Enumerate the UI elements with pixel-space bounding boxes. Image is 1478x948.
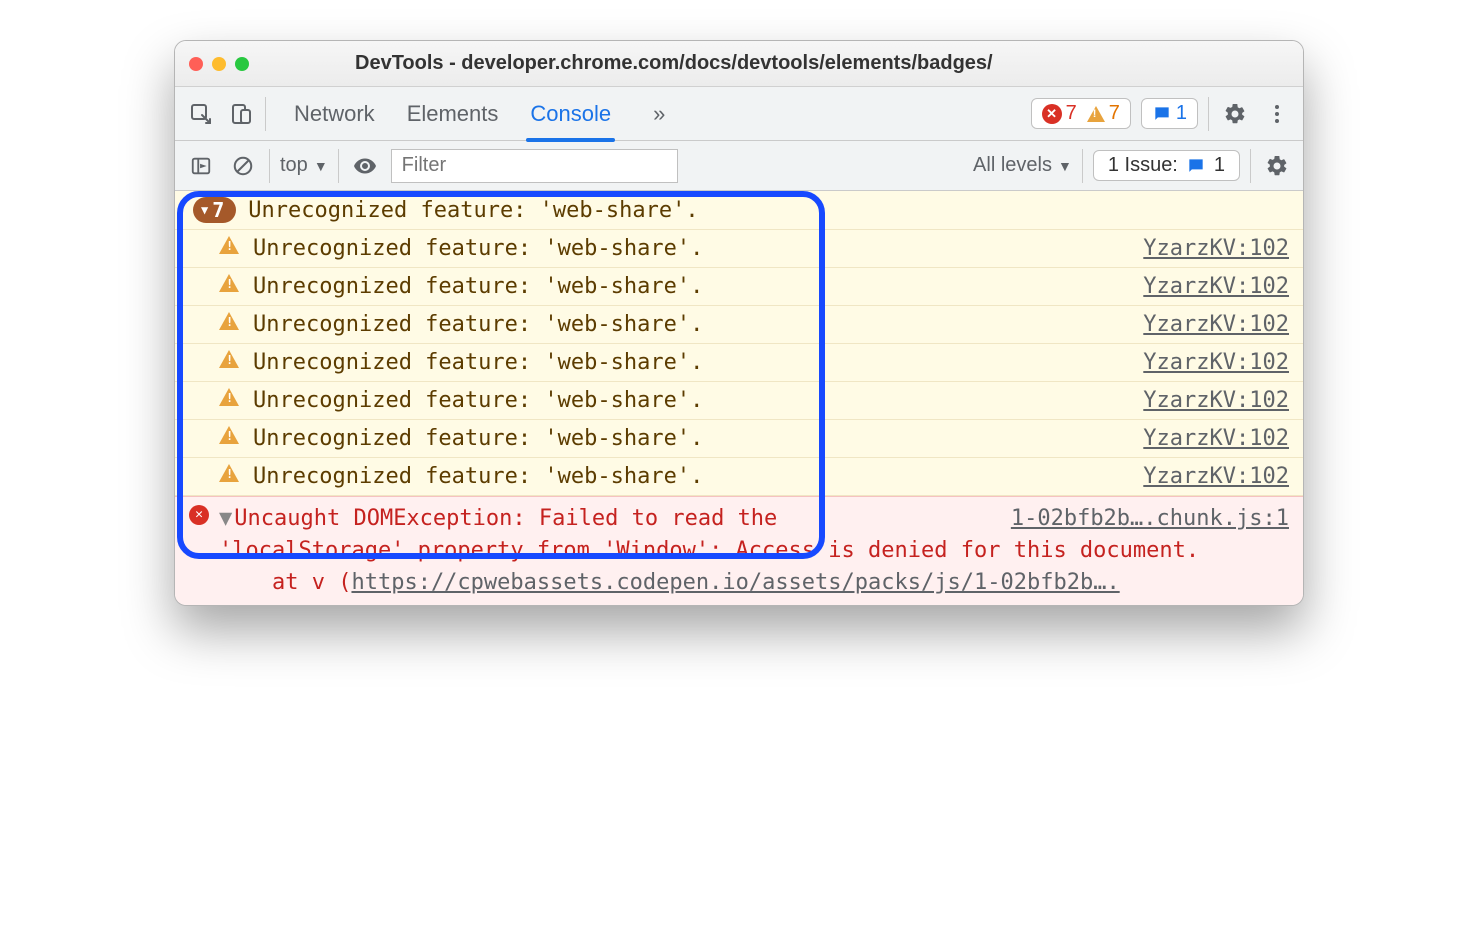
context-selector[interactable]: top ▼ bbox=[280, 154, 328, 177]
clear-console-icon[interactable] bbox=[227, 150, 259, 182]
inspect-icon[interactable] bbox=[185, 98, 217, 130]
chevron-down-icon: ▼ bbox=[314, 158, 328, 174]
warning-message: Unrecognized feature: 'web-share'. bbox=[253, 236, 703, 261]
warning-message: Unrecognized feature: 'web-share'. bbox=[253, 274, 703, 299]
console-output: ▼ 7 Unrecognized feature: 'web-share'. U… bbox=[175, 191, 1303, 605]
tab-console[interactable]: Console bbox=[528, 89, 613, 139]
divider bbox=[1208, 97, 1209, 131]
console-warning-row[interactable]: Unrecognized feature: 'web-share'. Yzarz… bbox=[175, 382, 1303, 420]
warning-message: Unrecognized feature: 'web-share'. bbox=[253, 464, 703, 489]
group-message: Unrecognized feature: 'web-share'. bbox=[248, 198, 698, 223]
window-title: DevTools - developer.chrome.com/docs/dev… bbox=[275, 52, 1289, 75]
error-text-2: 'localStorage' property from 'Window': A… bbox=[219, 538, 1199, 563]
warning-icon bbox=[219, 464, 239, 482]
source-link[interactable]: YzarzKV:102 bbox=[1143, 274, 1289, 299]
source-link[interactable]: YzarzKV:102 bbox=[1143, 350, 1289, 375]
device-toggle-icon[interactable] bbox=[225, 98, 257, 130]
tab-network[interactable]: Network bbox=[292, 89, 377, 139]
tab-elements[interactable]: Elements bbox=[405, 89, 501, 139]
chevron-down-icon: ▼ bbox=[1058, 158, 1072, 174]
console-filter-bar: top ▼ All levels ▼ 1 Issue: 1 bbox=[175, 141, 1303, 191]
error-icon: ✕ bbox=[189, 505, 209, 525]
close-icon[interactable] bbox=[189, 57, 203, 71]
divider bbox=[338, 149, 339, 183]
warning-icon bbox=[219, 312, 239, 330]
divider bbox=[265, 97, 266, 131]
settings-icon[interactable] bbox=[1219, 98, 1251, 130]
minimize-icon[interactable] bbox=[212, 57, 226, 71]
more-tabs-icon[interactable]: » bbox=[653, 101, 665, 127]
warning-count: 7 bbox=[1087, 102, 1120, 125]
warning-icon bbox=[219, 350, 239, 368]
console-warning-row[interactable]: Unrecognized feature: 'web-share'. Yzarz… bbox=[175, 230, 1303, 268]
warning-icon bbox=[219, 274, 239, 292]
error-text-1: Uncaught DOMException: Failed to read th… bbox=[234, 506, 777, 531]
console-warning-row[interactable]: Unrecognized feature: 'web-share'. Yzarz… bbox=[175, 344, 1303, 382]
warning-icon bbox=[219, 426, 239, 444]
error-icon: ✕ bbox=[1042, 104, 1062, 124]
kebab-menu-icon[interactable] bbox=[1261, 98, 1293, 130]
warning-message: Unrecognized feature: 'web-share'. bbox=[253, 388, 703, 413]
panel-tabs: Network Elements Console » bbox=[292, 89, 665, 139]
issues-button[interactable]: 1 Issue: 1 bbox=[1093, 150, 1240, 181]
source-link[interactable]: YzarzKV:102 bbox=[1143, 236, 1289, 261]
divider bbox=[1082, 149, 1083, 183]
error-count: ✕ 7 bbox=[1042, 102, 1077, 125]
console-error-row[interactable]: ✕ 1-02bfb2b….chunk.js:1 ▼Uncaught DOMExc… bbox=[175, 496, 1303, 605]
divider bbox=[269, 149, 270, 183]
chevron-down-icon: ▼ bbox=[201, 203, 208, 217]
devtools-window: DevTools - developer.chrome.com/docs/dev… bbox=[174, 40, 1304, 606]
console-warning-row[interactable]: Unrecognized feature: 'web-share'. Yzarz… bbox=[175, 306, 1303, 344]
warning-message: Unrecognized feature: 'web-share'. bbox=[253, 312, 703, 337]
source-link[interactable]: YzarzKV:102 bbox=[1143, 426, 1289, 451]
warning-icon bbox=[219, 236, 239, 254]
issues-status[interactable]: 1 bbox=[1141, 98, 1198, 129]
maximize-icon[interactable] bbox=[235, 57, 249, 71]
warning-group-header[interactable]: ▼ 7 Unrecognized feature: 'web-share'. bbox=[175, 191, 1303, 230]
warning-icon bbox=[219, 388, 239, 406]
console-warning-row[interactable]: Unrecognized feature: 'web-share'. Yzarz… bbox=[175, 268, 1303, 306]
divider bbox=[1250, 149, 1251, 183]
warning-icon bbox=[1087, 106, 1105, 122]
titlebar: DevTools - developer.chrome.com/docs/dev… bbox=[175, 41, 1303, 87]
error-warning-status[interactable]: ✕ 7 7 bbox=[1031, 98, 1131, 129]
console-warning-row[interactable]: Unrecognized feature: 'web-share'. Yzarz… bbox=[175, 458, 1303, 496]
filter-input[interactable] bbox=[391, 149, 678, 183]
chat-icon bbox=[1152, 104, 1172, 124]
source-link[interactable]: YzarzKV:102 bbox=[1143, 388, 1289, 413]
issues-count: 1 bbox=[1152, 102, 1187, 125]
source-link[interactable]: YzarzKV:102 bbox=[1143, 464, 1289, 489]
warning-message: Unrecognized feature: 'web-share'. bbox=[253, 350, 703, 375]
live-expression-icon[interactable] bbox=[349, 150, 381, 182]
log-levels-selector[interactable]: All levels ▼ bbox=[973, 154, 1072, 177]
main-toolbar: Network Elements Console » ✕ 7 7 1 bbox=[175, 87, 1303, 141]
group-count-badge: ▼ 7 bbox=[193, 197, 236, 223]
chat-icon bbox=[1186, 156, 1206, 176]
traffic-lights bbox=[189, 57, 249, 71]
chevron-down-icon[interactable]: ▼ bbox=[219, 506, 232, 531]
warning-message: Unrecognized feature: 'web-share'. bbox=[253, 426, 703, 451]
stack-link[interactable]: https://cpwebassets.codepen.io/assets/pa… bbox=[351, 570, 1119, 595]
sidebar-toggle-icon[interactable] bbox=[185, 150, 217, 182]
console-warning-row[interactable]: Unrecognized feature: 'web-share'. Yzarz… bbox=[175, 420, 1303, 458]
source-link[interactable]: YzarzKV:102 bbox=[1143, 312, 1289, 337]
source-link[interactable]: 1-02bfb2b….chunk.js:1 bbox=[1011, 503, 1289, 535]
stack-prefix: at v ( bbox=[272, 570, 351, 595]
console-settings-icon[interactable] bbox=[1261, 150, 1293, 182]
